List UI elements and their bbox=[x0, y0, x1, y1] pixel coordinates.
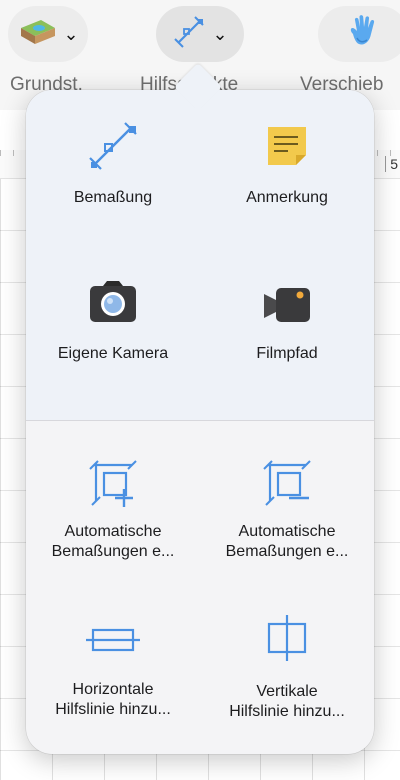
move-tool-button[interactable] bbox=[318, 6, 400, 62]
auto-dimensions-remove-icon bbox=[257, 452, 317, 512]
menu-item-auto-dimensions-add[interactable]: Automatische Bemaßungen e... bbox=[26, 430, 200, 580]
popover-divider bbox=[26, 420, 374, 421]
menu-item-label: Automatische Bemaßungen e... bbox=[26, 522, 200, 562]
label-line: Automatische bbox=[238, 523, 336, 540]
video-camera-icon bbox=[257, 272, 317, 332]
menu-item-label: Automatische Bemaßungen e... bbox=[200, 522, 374, 562]
chevron-down-icon: ⌄ bbox=[212, 24, 228, 44]
menu-item-label: Vertikale Hilfslinie hinzu... bbox=[200, 682, 374, 722]
helper-objects-popover: Bemaßung Anmerkung Eigene Kamera Filmpfa… bbox=[26, 90, 374, 754]
camera-icon bbox=[83, 272, 143, 332]
menu-item-label: Eigene Kamera bbox=[57, 345, 169, 362]
label-line: Hilfslinie hinzu... bbox=[55, 701, 171, 718]
helper-objects-tool-button[interactable]: ⌄ bbox=[156, 6, 244, 62]
label-line: Hilfslinie hinzu... bbox=[229, 703, 345, 720]
menu-item-label: Bemaßung bbox=[73, 189, 153, 206]
label-line: Horizontale bbox=[72, 681, 154, 698]
auto-dimensions-add-icon bbox=[83, 452, 143, 512]
dimension-icon bbox=[83, 116, 143, 176]
horizontal-guide-icon bbox=[83, 610, 143, 670]
label-line: Bemaßungen e... bbox=[51, 543, 175, 560]
menu-item-label: Horizontale Hilfslinie hinzu... bbox=[26, 680, 200, 720]
menu-item-own-camera[interactable]: Eigene Kamera bbox=[26, 250, 200, 410]
label-line: Vertikale bbox=[256, 683, 318, 700]
label-line: Bemaßungen e... bbox=[225, 543, 349, 560]
dimension-tool-icon bbox=[172, 15, 206, 54]
menu-item-annotation[interactable]: Anmerkung bbox=[200, 90, 374, 240]
hand-icon bbox=[343, 12, 383, 57]
menu-item-auto-dimensions-remove[interactable]: Automatische Bemaßungen e... bbox=[200, 430, 374, 580]
note-icon bbox=[257, 116, 317, 176]
label-line: Automatische bbox=[64, 523, 162, 540]
terrain-tool-button[interactable]: ⌄ bbox=[8, 6, 88, 62]
menu-item-label: Filmpfad bbox=[256, 345, 318, 362]
ruler-number: 5 bbox=[385, 156, 398, 172]
terrain-icon bbox=[17, 16, 57, 53]
vertical-guide-icon bbox=[257, 608, 317, 668]
menu-item-film-path[interactable]: Filmpfad bbox=[200, 250, 374, 410]
menu-item-label: Anmerkung bbox=[246, 189, 328, 206]
menu-item-vertical-guide[interactable]: Vertikale Hilfslinie hinzu... bbox=[200, 590, 374, 750]
menu-item-horizontal-guide[interactable]: Horizontale Hilfslinie hinzu... bbox=[26, 590, 200, 750]
chevron-down-icon: ⌄ bbox=[63, 24, 79, 44]
menu-item-dimension[interactable]: Bemaßung bbox=[26, 90, 200, 240]
